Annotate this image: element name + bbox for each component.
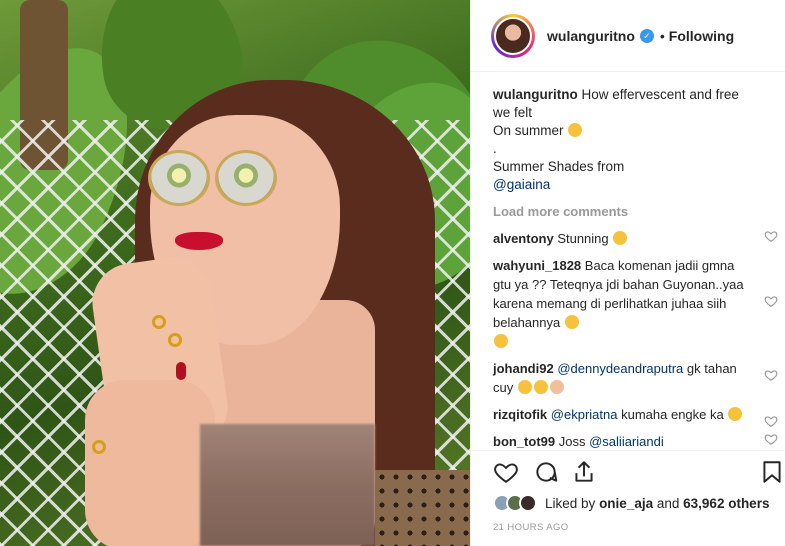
caption-text-4: Summer Shades from (493, 159, 625, 174)
comment-heart-icon[interactable] (764, 432, 778, 446)
post-timestamp[interactable]: 21 HOURS AGO (493, 522, 569, 533)
comment: rizqitofik @ekpriatna kumaha engke ka (493, 405, 778, 427)
sunglasses-lens-right (215, 150, 277, 206)
fingernail (176, 362, 186, 380)
laughing-icon (564, 315, 579, 329)
likes-summary: Liked by onie_aja and 63,962 others (493, 492, 773, 514)
ring (92, 440, 106, 454)
likes-user[interactable]: onie_aja (599, 496, 653, 511)
comment-text: kumaha engke ka (621, 407, 724, 422)
hand (85, 380, 215, 546)
comment-heart-icon[interactable] (764, 368, 778, 382)
share-icon[interactable] (571, 459, 597, 485)
comments-list[interactable]: wulanguritno How effervescent and free w… (471, 72, 785, 450)
comment-heart-icon[interactable] (764, 414, 778, 428)
avatar[interactable] (494, 16, 532, 55)
caption: wulanguritno How effervescent and free w… (493, 86, 758, 194)
comment: johandi92 @dennydeandraputra gk tahan cu… (493, 359, 778, 397)
bookmark-icon[interactable] (759, 459, 785, 485)
caption-text-2: On summer (493, 123, 564, 138)
laughing-icon (517, 380, 532, 394)
censor-blur (200, 424, 375, 546)
caption-text-3: . (493, 141, 497, 156)
comment-mention[interactable]: @saliiariandi (589, 434, 664, 449)
post-header: wulanguritno ✓ • Following (471, 0, 785, 72)
separator-dot: • (659, 27, 665, 44)
comment-username[interactable]: alventony (493, 231, 554, 246)
verified-badge-icon: ✓ (639, 28, 654, 43)
comment-username[interactable]: bon_tot99 (493, 434, 555, 449)
heart-eyes-icon (533, 380, 548, 394)
post-photo[interactable] (0, 0, 470, 546)
following-button[interactable]: Following (669, 28, 734, 44)
comment-username[interactable]: johandi92 (493, 361, 554, 376)
ring (168, 333, 182, 347)
heart-icon[interactable] (493, 459, 519, 485)
thumbs-up-icon (549, 380, 564, 394)
load-more-comments-button[interactable]: Load more comments (493, 204, 764, 219)
dress (375, 470, 470, 546)
author-username[interactable]: wulanguritno (547, 28, 635, 44)
comment: alventony Stunning (493, 229, 778, 248)
comment-icon[interactable] (533, 459, 559, 485)
comment-username[interactable]: wahyuni_1828 (493, 258, 581, 273)
comment: wahyuni_1828 Baca komenan jadii gmna gtu… (493, 256, 778, 351)
comment-username[interactable]: rizqitofik (493, 407, 547, 422)
comment-heart-icon[interactable] (764, 229, 778, 243)
rofl-icon (728, 407, 743, 421)
liker-avatar[interactable] (519, 494, 537, 512)
comment-heart-icon[interactable] (764, 294, 778, 308)
caption-username[interactable]: wulanguritno (493, 87, 578, 102)
comment-mention[interactable]: @ekpriatna (551, 407, 618, 422)
post-sidebar: wulanguritno ✓ • Following wulanguritno … (470, 0, 785, 546)
caption-mention[interactable]: @gaiaina (493, 177, 550, 192)
story-ring[interactable] (491, 13, 535, 58)
sunflower-icon (568, 123, 583, 137)
thumbs-up-icon (613, 231, 628, 245)
comment-text: Joss (558, 434, 586, 449)
lips (175, 232, 223, 250)
comment: bon_tot99 Joss @saliiariandi (493, 432, 778, 450)
comment-text: Stunning (557, 231, 609, 246)
likes-count[interactable]: 63,962 others (683, 496, 769, 511)
comment-mention[interactable]: @dennydeandraputra (557, 361, 683, 376)
ring (152, 315, 166, 329)
laughing-icon (494, 334, 508, 348)
likes-and: and (656, 495, 680, 511)
sunglasses-lens-left (148, 150, 210, 206)
likes-prefix: Liked by (545, 495, 596, 511)
action-bar (471, 450, 785, 490)
